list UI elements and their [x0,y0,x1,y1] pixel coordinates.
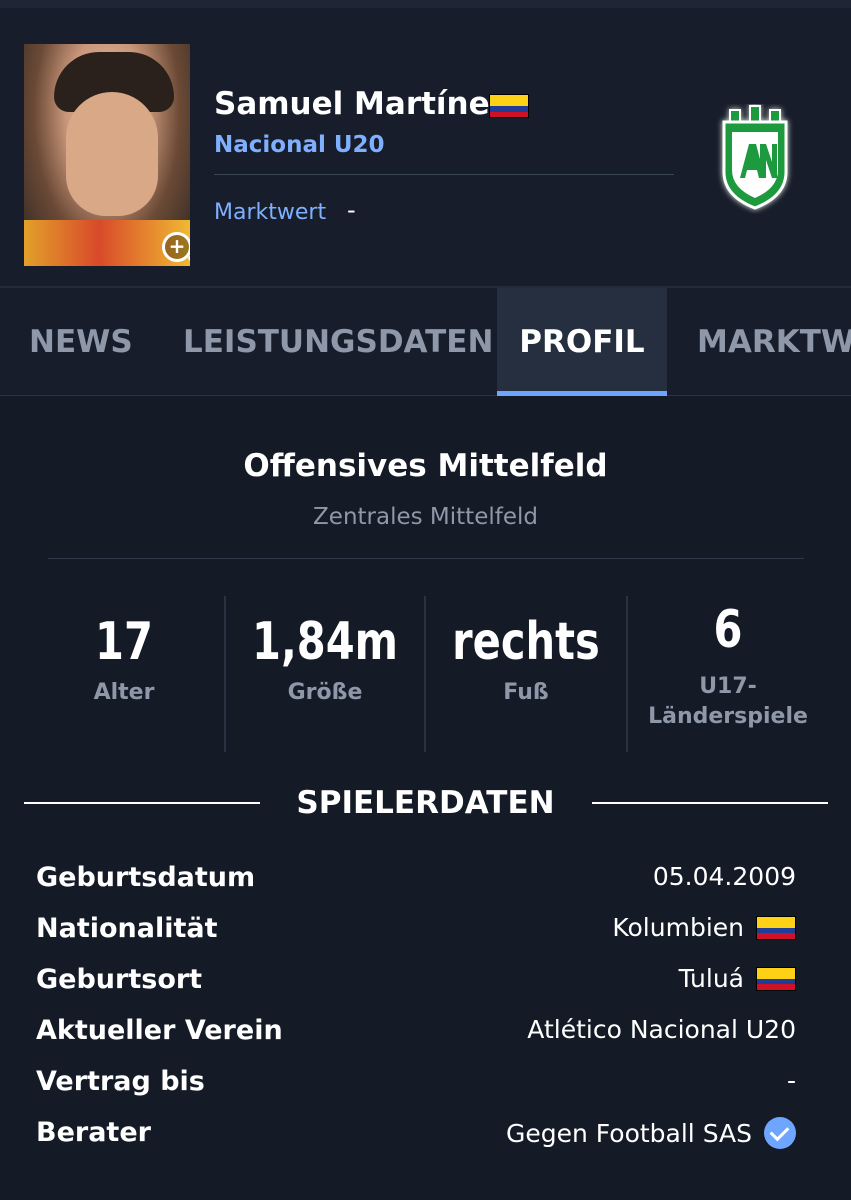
tab-marktwert[interactable]: MARKTW [697,288,851,396]
tab-leistungsdaten[interactable]: LEISTUNGSDATEN [183,288,493,396]
detail-value[interactable]: Kolumbien [612,913,744,942]
photo-face [66,92,158,216]
tab-bar: NEWS LEISTUNGSDATEN PROFIL MARKTW [0,286,851,396]
stat-value: rechts [452,612,600,672]
secondary-position: Zentrales Mittelfeld [313,504,538,530]
top-bar [0,0,851,8]
detail-key: Geburtsort [36,964,203,995]
stat-value: 1,84m [252,612,398,672]
detail-value[interactable]: Atlético Nacional U20 [527,1015,796,1044]
atletico-nacional-crest-icon[interactable] [716,104,794,214]
stat-age: 17 Alter [24,596,224,752]
detail-row-birthplace: Geburtsort Tuluá [36,958,796,1004]
detail-key: Nationalität [36,913,218,944]
stat-caps[interactable]: 6 U17- Länderspiele [628,596,828,752]
detail-value: - [786,1066,796,1095]
detail-value[interactable]: Gegen Football SAS [506,1119,752,1148]
detail-value: 05.04.2009 [652,862,796,891]
detail-key: Vertrag bis [36,1066,205,1097]
tab-news[interactable]: NEWS [29,288,133,396]
stat-foot: rechts Fuß [426,596,626,752]
colombia-flag-icon [756,966,796,991]
player-name: Samuel Martínez [214,86,508,122]
detail-row-contract: Vertrag bis - [36,1060,796,1106]
stat-label: Größe [287,680,363,705]
stat-value: 6 [713,600,743,660]
player-photo[interactable]: + [24,44,190,266]
position-divider [48,558,804,559]
stat-value: 17 [95,612,153,672]
colombia-flag-icon [756,915,796,940]
zoom-in-icon[interactable]: + [162,232,190,262]
check-circle-icon [764,1117,796,1149]
stat-height: 1,84m Größe [226,596,424,752]
detail-key: Geburtsdatum [36,862,256,893]
market-value-label[interactable]: Marktwert [214,200,326,225]
detail-row-current-club: Aktueller Verein Atlético Nacional U20 [36,1009,796,1055]
stat-label: Fuß [503,680,549,705]
stat-label: Alter [93,680,155,705]
detail-row-agent: Berater Gegen Football SAS [36,1111,796,1157]
detail-key: Aktueller Verein [36,1015,283,1046]
header-divider [214,174,674,175]
detail-row-birthdate: Geburtsdatum 05.04.2009 [36,856,796,902]
tab-profil[interactable]: PROFIL [497,288,667,396]
player-club-link[interactable]: Nacional U20 [214,132,385,158]
detail-row-nationality: Nationalität Kolumbien [36,907,796,953]
market-value: - [347,196,356,224]
stat-label: U17- Länderspiele [648,674,808,729]
main-position: Offensives Mittelfeld [243,448,608,484]
detail-key: Berater [36,1117,151,1148]
section-line-right [592,802,828,804]
detail-value: Tuluá [678,964,744,993]
colombia-flag-icon [489,94,529,118]
